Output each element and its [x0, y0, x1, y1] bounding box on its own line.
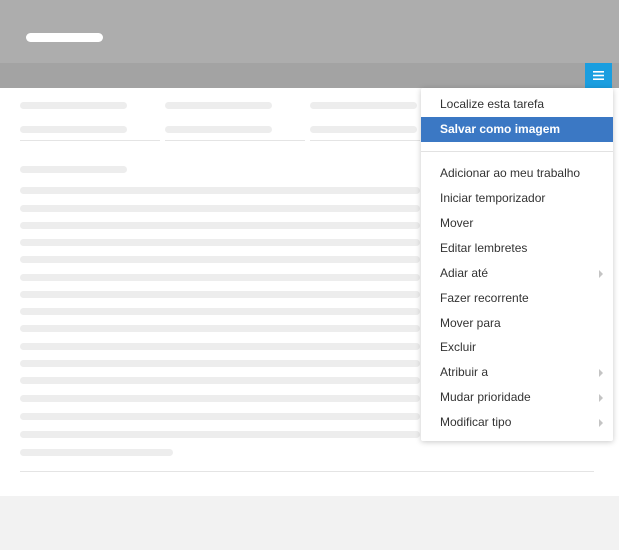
loading-placeholder	[20, 274, 420, 281]
loading-placeholder	[310, 126, 417, 133]
menu-item-atribuir-a[interactable]: Atribuir a	[421, 360, 613, 385]
menu-item-mudar-prioridade[interactable]: Mudar prioridade	[421, 385, 613, 410]
loading-placeholder	[20, 343, 420, 350]
menu-item-label: Excluir	[440, 340, 477, 354]
menu-item-modificar-tipo[interactable]: Modificar tipo	[421, 410, 613, 435]
menu-item-iniciar-temporizador[interactable]: Iniciar temporizador	[421, 186, 613, 211]
menu-separator	[421, 151, 613, 152]
menu-item-label: Atribuir a	[440, 365, 489, 379]
menu-item-mover-para[interactable]: Mover para	[421, 311, 613, 336]
menu-button[interactable]	[585, 63, 612, 88]
menu-item-label: Modificar tipo	[440, 415, 512, 429]
menu-item-label: Mover	[440, 216, 474, 230]
loading-placeholder	[20, 102, 127, 109]
loading-placeholder	[20, 239, 420, 246]
loading-placeholder	[20, 187, 420, 194]
loading-placeholder	[20, 126, 127, 133]
loading-placeholder	[20, 166, 127, 173]
menu-item-localize-esta-tarefa[interactable]: Localize esta tarefa	[421, 92, 613, 117]
menu-item-fazer-recorrente[interactable]: Fazer recorrente	[421, 286, 613, 311]
menu-item-excluir[interactable]: Excluir	[421, 335, 613, 360]
hamburger-icon	[593, 71, 604, 80]
field-divider	[310, 140, 420, 141]
loading-placeholder	[20, 325, 420, 332]
loading-placeholder	[20, 377, 420, 384]
toolbar-bar	[0, 63, 619, 88]
loading-placeholder	[20, 291, 420, 298]
loading-placeholder	[20, 308, 420, 315]
loading-placeholder	[165, 102, 272, 109]
app-header	[0, 0, 619, 63]
context-menu: Localize esta tarefa Salvar como imagem Ad…	[421, 88, 613, 441]
loading-placeholder	[20, 256, 420, 263]
loading-placeholder	[20, 431, 420, 438]
menu-item-label: Editar lembretes	[440, 241, 528, 255]
menu-item-label: Iniciar temporizador	[440, 191, 546, 205]
menu-item-label: Adiar até	[440, 266, 489, 280]
loading-placeholder	[20, 360, 420, 367]
menu-item-label: Localize esta tarefa	[440, 97, 545, 111]
field-divider	[20, 140, 160, 141]
loading-placeholder	[165, 126, 272, 133]
menu-item-adiar-ate[interactable]: Adiar até	[421, 261, 613, 286]
field-divider	[165, 140, 305, 141]
menu-item-label: Salvar como imagem	[440, 122, 561, 136]
loading-placeholder	[20, 395, 420, 402]
menu-item-adicionar-ao-meu-trabalho[interactable]: Adicionar ao meu trabalho	[421, 161, 613, 186]
menu-item-salvar-como-imagem[interactable]: Salvar como imagem	[421, 117, 613, 142]
loading-placeholder	[20, 205, 420, 212]
content-divider	[20, 471, 594, 472]
chevron-right-icon	[599, 394, 603, 402]
menu-item-editar-lembretes[interactable]: Editar lembretes	[421, 236, 613, 261]
chevron-right-icon	[599, 270, 603, 278]
menu-item-label: Fazer recorrente	[440, 291, 529, 305]
loading-placeholder	[310, 102, 417, 109]
title-placeholder	[26, 33, 103, 42]
menu-item-label: Adicionar ao meu trabalho	[440, 166, 581, 180]
loading-placeholder	[20, 413, 420, 420]
loading-placeholder	[20, 222, 420, 229]
menu-item-label: Mudar prioridade	[440, 390, 531, 404]
loading-placeholder	[20, 449, 173, 456]
chevron-right-icon	[599, 419, 603, 427]
menu-item-label: Mover para	[440, 316, 501, 330]
menu-item-mover[interactable]: Mover	[421, 211, 613, 236]
chevron-right-icon	[599, 369, 603, 377]
